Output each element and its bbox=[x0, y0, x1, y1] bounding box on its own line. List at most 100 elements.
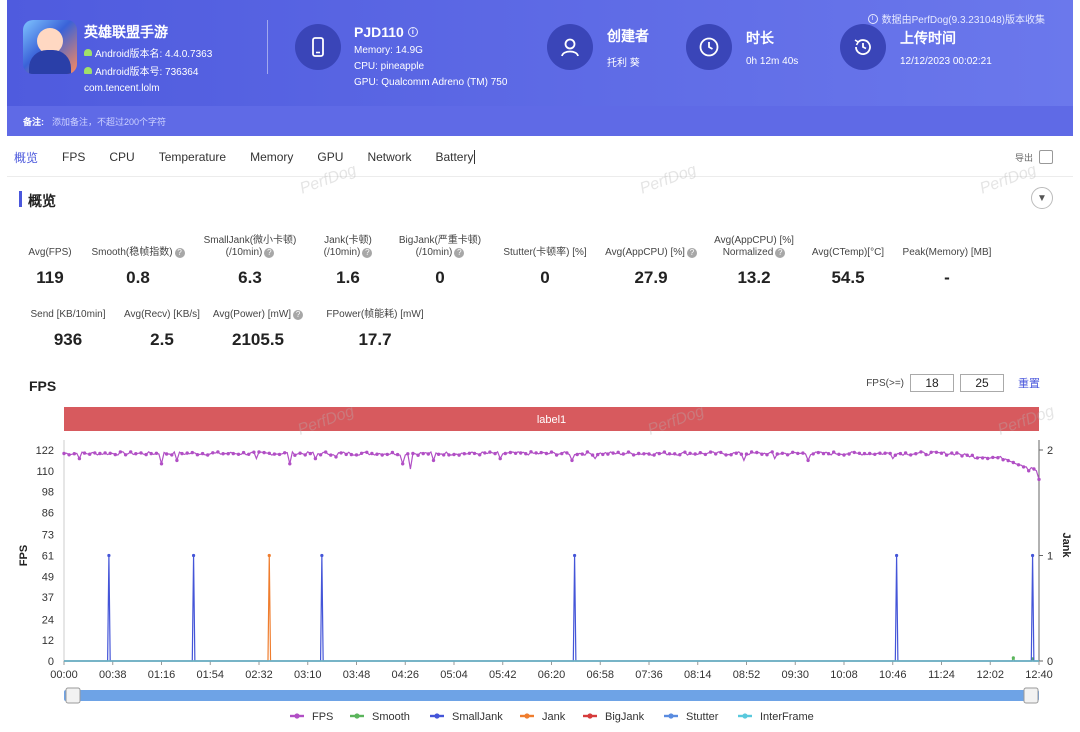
metric-value: 0 bbox=[435, 268, 445, 287]
tab-battery[interactable]: Battery bbox=[435, 150, 476, 164]
series-fps-point bbox=[683, 450, 687, 454]
metric-label-line1: Jank(卡顿) bbox=[324, 235, 372, 246]
x-tick-label: 08:14 bbox=[684, 669, 712, 681]
remark-bar[interactable]: 备注: 添加备注，不超过200个字符 bbox=[7, 106, 1073, 136]
series-fps-point bbox=[180, 451, 184, 456]
series-fps-point bbox=[498, 456, 502, 461]
metric-row1-5: Stutter(卡顿率) [%] 0 bbox=[485, 233, 605, 288]
user-icon bbox=[547, 24, 593, 70]
legend-marker-jank[interactable] bbox=[524, 713, 530, 719]
y-tick-label: 37 bbox=[42, 592, 54, 604]
help-icon[interactable]: ? bbox=[454, 248, 465, 258]
tab-temperature[interactable]: Temperature bbox=[159, 150, 226, 164]
fps-chart[interactable]: label101224374961738698110122012FPS Jank0… bbox=[0, 355, 1080, 732]
series-fps-point bbox=[862, 451, 867, 456]
tab-bar: 概览 FPS CPU Temperature Memory GPU Networ… bbox=[7, 140, 1073, 174]
series-fps-point bbox=[1032, 467, 1036, 471]
x-tick-label: 01:16 bbox=[148, 669, 176, 681]
help-icon[interactable]: ? bbox=[264, 248, 275, 258]
device-memory: Memory: 14.9G bbox=[354, 45, 423, 56]
x-tick-label: 00:00 bbox=[50, 669, 78, 681]
series-fps-point bbox=[144, 452, 148, 457]
y-tick-label: 61 bbox=[42, 551, 54, 563]
legend-marker-smooth[interactable] bbox=[354, 713, 360, 719]
series-fps-point bbox=[883, 451, 887, 455]
series-fps-point bbox=[585, 450, 590, 454]
tab-fps[interactable]: FPS bbox=[62, 150, 85, 164]
tab-network[interactable]: Network bbox=[367, 150, 411, 164]
legend-marker-smalljank[interactable] bbox=[434, 713, 440, 719]
report-header: i 数据由PerfDog(9.3.231048)版本收集 英雄联盟手游 Andr… bbox=[7, 0, 1073, 136]
series-fps-point bbox=[549, 450, 554, 454]
help-icon[interactable]: ? bbox=[293, 310, 304, 320]
chevron-down-icon: ▼ bbox=[1037, 192, 1047, 204]
series-fps-point bbox=[960, 454, 964, 458]
tab-overview[interactable]: 概览 bbox=[14, 149, 38, 166]
series-fps-point bbox=[421, 451, 425, 456]
metric-value: 17.7 bbox=[358, 330, 392, 349]
reset-button[interactable]: 重置 bbox=[1018, 375, 1040, 391]
series-fps-point bbox=[426, 452, 430, 456]
series-fps-point bbox=[1027, 469, 1031, 473]
legend-label-jank[interactable]: Jank bbox=[542, 711, 566, 723]
x-tick-label: 06:58 bbox=[586, 669, 614, 681]
series-fps-point bbox=[662, 450, 667, 454]
series-fps-point bbox=[719, 450, 723, 455]
y-tick-label: 24 bbox=[42, 614, 54, 626]
creator-value: 托利 葵 bbox=[607, 57, 640, 69]
export-button[interactable]: 导出 bbox=[1015, 150, 1053, 164]
series-fps-point bbox=[914, 452, 918, 456]
series-fps-point bbox=[698, 451, 702, 455]
series-fps-point bbox=[442, 453, 446, 457]
series-fps-point bbox=[267, 451, 271, 455]
metric-label-line2: Avg(FPS) bbox=[28, 247, 72, 258]
info-icon: i bbox=[867, 13, 878, 24]
device-info-icon[interactable]: i bbox=[407, 27, 418, 37]
help-icon[interactable]: ? bbox=[775, 248, 786, 258]
series-fps-point bbox=[729, 453, 733, 457]
help-icon[interactable]: ? bbox=[174, 248, 185, 258]
app-info: 英雄联盟手游 Android版本名: 4.4.0.7363 Android版本号… bbox=[23, 20, 212, 94]
legend-label-smooth[interactable]: Smooth bbox=[372, 711, 410, 723]
fps-threshold-input-2[interactable]: 25 bbox=[960, 374, 1004, 392]
legend-marker-bigjank[interactable] bbox=[587, 713, 593, 719]
collapse-button[interactable]: ▼ bbox=[1031, 187, 1053, 209]
legend-label-smalljank[interactable]: SmallJank bbox=[452, 711, 503, 723]
tab-cpu[interactable]: CPU bbox=[109, 150, 134, 164]
x-tick-label: 04:26 bbox=[391, 669, 419, 681]
y-tick-label: 122 bbox=[36, 445, 54, 457]
y-tick-label: 0 bbox=[48, 656, 54, 668]
metric-label-line2: Smooth(稳帧指数) bbox=[91, 247, 173, 258]
fps-threshold-input-1[interactable]: 18 bbox=[910, 374, 954, 392]
metric-value: 0.8 bbox=[126, 268, 150, 287]
remark-input[interactable]: 添加备注，不超过200个字符 bbox=[52, 115, 166, 128]
range-slider-handle-left[interactable] bbox=[65, 687, 81, 704]
tab-gpu[interactable]: GPU bbox=[317, 150, 343, 164]
series-fps-point bbox=[467, 451, 472, 455]
series-fps-point bbox=[190, 450, 194, 455]
series-fps-point bbox=[688, 451, 692, 455]
series-fps-point bbox=[667, 452, 672, 456]
legend-marker-stutter[interactable] bbox=[668, 713, 674, 719]
series-fps-point bbox=[508, 450, 513, 455]
help-icon[interactable]: ? bbox=[362, 248, 373, 258]
legend-label-fps[interactable]: FPS bbox=[312, 711, 333, 723]
range-slider-track[interactable] bbox=[64, 690, 1039, 701]
legend-label-stutter[interactable]: Stutter bbox=[686, 711, 719, 723]
range-slider-handle-right[interactable] bbox=[1023, 687, 1039, 704]
legend-label-interframe[interactable]: InterFrame bbox=[760, 711, 814, 723]
metric-row2-3: FPower(帧能耗) [mW] 17.7 bbox=[315, 295, 435, 350]
legend-marker-fps[interactable] bbox=[294, 713, 300, 719]
series-fps-point bbox=[893, 453, 897, 457]
legend-marker-interframe[interactable] bbox=[742, 713, 748, 719]
series-fps-point bbox=[996, 456, 1000, 460]
tab-memory[interactable]: Memory bbox=[250, 150, 293, 164]
y2-tick-label: 0 bbox=[1047, 656, 1053, 668]
metric-row1-6: Avg(AppCPU) [%]? 27.9 bbox=[591, 233, 711, 288]
legend-label-bigjank[interactable]: BigJank bbox=[605, 711, 645, 723]
series-fps-point bbox=[329, 453, 333, 457]
series-fps-point bbox=[123, 453, 128, 457]
series-fps-point bbox=[529, 450, 533, 454]
x-tick-label: 03:48 bbox=[343, 669, 371, 681]
series-fps-point bbox=[791, 450, 795, 454]
